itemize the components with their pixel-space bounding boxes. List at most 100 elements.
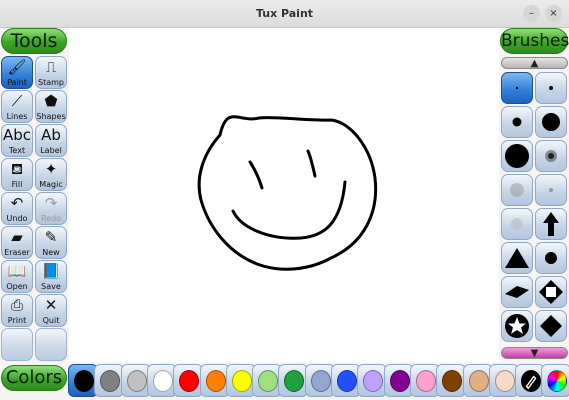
tool-label: New xyxy=(42,248,60,257)
eraser-icon: ▰ xyxy=(11,228,23,246)
close-button[interactable]: × xyxy=(545,5,562,22)
tool-label: Undo xyxy=(6,214,28,223)
canvas-drawing xyxy=(197,115,378,271)
close-icon: × xyxy=(549,8,558,19)
tool-stamp-button[interactable]: ⎍ Stamp xyxy=(35,56,67,89)
brush-button[interactable] xyxy=(535,140,567,172)
tool-new-button[interactable]: ✎ New xyxy=(35,226,67,259)
color-dot xyxy=(179,370,200,392)
undo-icon: ↶ xyxy=(10,194,24,212)
tool-redo-button[interactable]: ↷ Redo xyxy=(35,192,67,225)
smiley-mouth xyxy=(231,180,347,240)
tool-paint-button[interactable]: 🖌 Paint xyxy=(1,56,33,89)
tool-empty-slot xyxy=(35,328,67,361)
triangle-down-icon: ▼ xyxy=(530,348,539,359)
tool-quit-button[interactable]: ✕ Quit xyxy=(35,294,67,327)
tool-label: Fill xyxy=(11,180,23,189)
brush-small-dot-icon xyxy=(549,86,553,90)
tool-lines-button[interactable]: ⟋ Lines xyxy=(1,90,33,123)
shapes-icon: ⬟ xyxy=(44,92,58,110)
fill-bucket-icon: ⛾ xyxy=(10,160,24,178)
brush-button[interactable] xyxy=(535,310,567,342)
drawing-canvas[interactable] xyxy=(69,28,499,362)
brushes-scroll-down-button[interactable]: ▼ xyxy=(501,347,568,359)
brush-button[interactable] xyxy=(535,208,567,240)
brush-faint-dot-icon xyxy=(549,188,553,192)
tool-print-button[interactable]: ⎙ Print xyxy=(1,294,33,327)
color-dot xyxy=(100,370,121,392)
brush-large-dot-icon xyxy=(542,113,560,131)
brush-button[interactable] xyxy=(501,276,533,308)
color-swatch-green[interactable] xyxy=(278,364,309,397)
color-dot xyxy=(442,370,463,392)
tool-label: Print xyxy=(7,316,27,325)
color-dot xyxy=(152,370,173,392)
colors-header: Colors xyxy=(1,365,67,391)
color-swatch-lavender[interactable] xyxy=(357,364,388,397)
brush-button[interactable] xyxy=(535,276,567,308)
smiley-right-eye xyxy=(306,149,317,178)
tool-shapes-button[interactable]: ⬟ Shapes xyxy=(35,90,67,123)
brush-button[interactable] xyxy=(535,174,567,206)
brush-button[interactable] xyxy=(535,242,567,274)
text-icon: Abc xyxy=(2,126,32,144)
tool-label: Magic xyxy=(39,180,63,189)
minimize-button[interactable]: – xyxy=(523,5,540,22)
color-swatch-rainbow[interactable] xyxy=(541,364,569,397)
tool-text-button[interactable]: Abc Text xyxy=(1,124,33,157)
tool-label: Open xyxy=(6,282,28,291)
lines-icon: ⟋ xyxy=(11,92,23,110)
color-dot xyxy=(205,370,226,392)
tool-magic-button[interactable]: ✦ Magic xyxy=(35,158,67,191)
tool-label: Lines xyxy=(6,112,28,121)
tool-eraser-button[interactable]: ▰ Eraser xyxy=(1,226,33,259)
tool-undo-button[interactable]: ↶ Undo xyxy=(1,192,33,225)
brush-button[interactable] xyxy=(501,72,533,104)
brush-button[interactable] xyxy=(501,174,533,206)
tools-header: Tools xyxy=(1,28,67,54)
brush-star-icon xyxy=(505,314,529,338)
tool-label: Eraser xyxy=(4,248,30,257)
brush-button[interactable] xyxy=(535,106,567,138)
brush-button[interactable] xyxy=(501,106,533,138)
eyedropper-icon xyxy=(525,375,537,390)
paint-brush-icon: 🖌 xyxy=(7,58,27,76)
brush-button[interactable] xyxy=(501,140,533,172)
color-dot xyxy=(258,370,279,392)
color-swatch-dark-gray[interactable] xyxy=(94,364,125,397)
tool-label: Label xyxy=(40,146,62,155)
brush-diamond-icon xyxy=(540,315,562,337)
color-dot xyxy=(310,370,331,392)
color-dot xyxy=(74,370,94,392)
color-dot xyxy=(363,370,384,392)
brush-button[interactable] xyxy=(501,310,533,342)
tool-save-button[interactable]: 📘 Save xyxy=(35,260,67,293)
brush-faded-dot-icon xyxy=(510,183,524,197)
color-dot xyxy=(415,370,436,392)
smiley-face-outline xyxy=(197,115,378,271)
printer-icon: ⎙ xyxy=(10,296,23,314)
brush-light-dot-icon xyxy=(511,218,523,230)
brush-xlarge-dot-icon xyxy=(505,144,529,168)
tool-label: Save xyxy=(41,282,61,291)
brush-button[interactable] xyxy=(501,208,533,240)
brushes-scroll-up-button[interactable]: ▲ xyxy=(501,57,568,69)
tool-empty-slot xyxy=(1,328,33,361)
tool-label: Shapes xyxy=(36,112,66,121)
color-swatch-brown[interactable] xyxy=(436,364,467,397)
color-dot xyxy=(389,370,410,392)
tool-label: Paint xyxy=(7,78,27,87)
tool-label: Redo xyxy=(40,214,62,223)
brush-button[interactable] xyxy=(535,72,567,104)
brush-button[interactable] xyxy=(501,242,533,274)
new-document-icon: ✎ xyxy=(44,228,58,246)
tool-label: Stamp xyxy=(38,78,64,87)
tool-open-button[interactable]: 📖 Open xyxy=(1,260,33,293)
tool-fill-button[interactable]: ⛾ Fill xyxy=(1,158,33,191)
color-swatch-red[interactable] xyxy=(173,364,204,397)
brush-triangle-icon xyxy=(505,248,529,268)
redo-icon: ↷ xyxy=(44,194,58,212)
quit-icon: ✕ xyxy=(44,296,58,314)
label-icon: Ab xyxy=(41,126,61,144)
tool-label-button[interactable]: Ab Label xyxy=(35,124,67,157)
